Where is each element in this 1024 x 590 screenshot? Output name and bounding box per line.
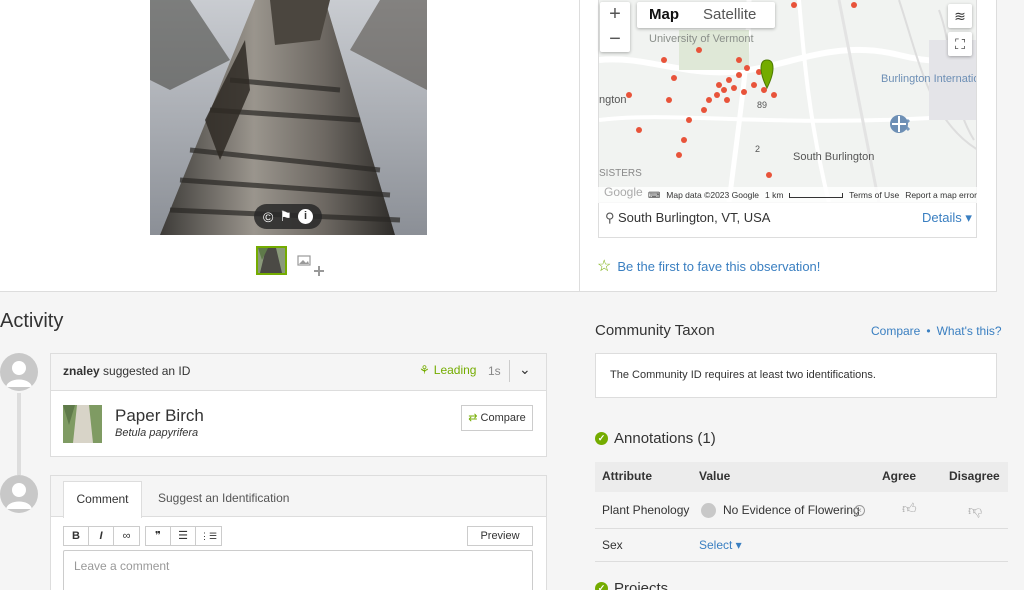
map-scale-bar	[789, 192, 844, 198]
chevron-down-icon[interactable]: ⌄	[519, 361, 531, 378]
map-type-map-button[interactable]: Map	[637, 2, 691, 28]
timeline-line	[17, 393, 21, 475]
place-name: South Burlington, VT, USA	[618, 210, 771, 225]
flag-icon[interactable]: ⚑	[279, 208, 292, 225]
thumbs-up-icon[interactable]: 👍︎	[902, 500, 917, 517]
google-logo: Google	[604, 185, 643, 199]
column-value: Value	[699, 469, 731, 483]
map-type-toggle: Map Satellite	[637, 2, 775, 28]
compare-label: Compare	[480, 412, 526, 424]
bold-button[interactable]: B	[64, 527, 89, 545]
leading-label: Leading	[433, 363, 477, 377]
map-zoom-controls: + −	[600, 2, 630, 52]
link-separator: •	[926, 324, 931, 338]
svg-text:University of Vermont: University of Vermont	[649, 33, 754, 45]
annotation-attribute: Sex	[602, 538, 623, 552]
fave-observation[interactable]: ☆ Be the first to fave this observation!	[597, 256, 820, 276]
add-photo-icon[interactable]	[297, 254, 327, 278]
whats-this-link[interactable]: What's this?	[937, 324, 1002, 338]
map-footer: Google ⌨ Map data ©2023 Google 1 km Term…	[598, 185, 977, 203]
annotator-avatar[interactable]	[701, 503, 716, 518]
svg-text:Burlington International Airpo: Burlington International Airport	[881, 73, 977, 85]
map-scale[interactable]: 1 km	[765, 190, 783, 200]
header-separator	[509, 360, 510, 382]
thumbs-down-icon[interactable]: 👎︎	[968, 502, 982, 519]
user-link[interactable]: znaley	[63, 364, 100, 378]
community-id-message: The Community ID requires at least two i…	[610, 369, 876, 381]
projects-title[interactable]: ✓ Projects	[595, 580, 668, 590]
birch-bark-image	[150, 0, 427, 235]
comment-input[interactable]	[63, 550, 533, 590]
format-toolbar-basic: B I ∞	[63, 526, 140, 546]
leading-badge: ⚘ Leading	[419, 363, 476, 377]
photo-thumbnail[interactable]	[256, 246, 287, 275]
fave-link[interactable]: Be the first to fave this observation!	[617, 259, 820, 274]
svg-text:ngton: ngton	[599, 94, 627, 106]
community-taxon-links: Compare • What's this?	[871, 324, 1002, 338]
fullscreen-icon[interactable]: ⛶	[948, 32, 972, 56]
map-attribution: Map data ©2023 Google	[666, 190, 760, 200]
row-divider	[595, 561, 1008, 562]
map-type-satellite-button[interactable]: Satellite	[691, 2, 768, 28]
info-icon[interactable]: i	[297, 209, 313, 224]
column-agree: Agree	[882, 469, 917, 483]
leading-icon: ⚘	[419, 363, 430, 377]
quote-button[interactable]: ❞	[146, 527, 171, 545]
identification-action: suggested an ID	[99, 364, 191, 378]
column-attribute: Attribute	[602, 469, 652, 483]
svg-text:South Burlington: South Burlington	[793, 151, 874, 163]
svg-text:89: 89	[757, 100, 767, 110]
map-canvas: University of Vermont Burlington Interna…	[599, 0, 977, 202]
tab-comment[interactable]: Comment	[63, 481, 142, 518]
terms-of-use-link[interactable]: Terms of Use	[849, 190, 899, 200]
check-circle-icon: ✓	[595, 582, 608, 590]
thumbnail-image	[258, 248, 285, 273]
preview-button[interactable]: Preview	[467, 526, 533, 546]
taxon-common-name[interactable]: Paper Birch	[115, 406, 204, 426]
compare-arrows-icon: ⇄	[468, 412, 478, 424]
details-dropdown[interactable]: Details ▾	[922, 210, 972, 226]
observation-map[interactable]: University of Vermont Burlington Interna…	[598, 0, 977, 203]
tab-suggest-identification[interactable]: Suggest an Identification	[158, 481, 289, 517]
bullet-list-button[interactable]: ☰	[171, 527, 196, 545]
annotations-title[interactable]: ✓ Annotations (1)	[595, 430, 716, 447]
keyboard-icon[interactable]: ⌨	[648, 190, 660, 201]
taxon-photo[interactable]	[63, 405, 102, 443]
observation-photo[interactable]	[150, 0, 427, 235]
zoom-in-button[interactable]: +	[600, 2, 630, 27]
link-button[interactable]: ∞	[114, 527, 139, 545]
layers-icon[interactable]: ≋	[948, 4, 972, 28]
identification-summary: znaley suggested an ID	[63, 364, 190, 378]
svg-text:SISTERS: SISTERS	[599, 168, 642, 179]
photo-controls: © ⚑ i	[254, 204, 322, 229]
zoom-out-button[interactable]: −	[600, 27, 630, 52]
format-toolbar-blocks: ❞ ☰ ⋮☰	[145, 526, 222, 546]
taxon-scientific-name[interactable]: Betula papyrifera	[115, 427, 198, 439]
user-avatar[interactable]	[0, 353, 38, 391]
annotation-attribute: Plant Phenology	[602, 503, 690, 517]
activity-title: Activity	[0, 310, 64, 332]
copyright-icon[interactable]: ©	[263, 209, 273, 225]
report-map-error-link[interactable]: Report a map error	[905, 190, 977, 200]
annotations-title-text: Annotations (1)	[614, 430, 716, 447]
remove-annotation-icon[interactable]: ×	[854, 505, 865, 516]
identification-time: 1s	[488, 364, 501, 378]
numbered-list-button[interactable]: ⋮☰	[196, 527, 221, 545]
community-taxon-title: Community Taxon	[595, 322, 715, 339]
check-circle-icon: ✓	[595, 432, 608, 445]
annotations-table-header	[595, 462, 1008, 492]
sex-select-dropdown[interactable]: Select ▾	[699, 538, 742, 552]
current-user-avatar[interactable]	[0, 475, 38, 513]
compare-link[interactable]: Compare	[871, 324, 920, 338]
star-icon[interactable]: ☆	[597, 256, 611, 276]
svg-text:2: 2	[755, 144, 760, 154]
italic-button[interactable]: I	[89, 527, 114, 545]
compare-button[interactable]: ⇄ Compare	[461, 405, 533, 431]
annotation-value: No Evidence of Flowering	[723, 503, 860, 517]
location-pin-icon: ⚲	[605, 210, 615, 225]
panel-divider	[579, 0, 580, 291]
row-divider	[595, 528, 1008, 529]
projects-title-text: Projects	[614, 580, 669, 590]
column-disagree: Disagree	[949, 469, 1000, 483]
